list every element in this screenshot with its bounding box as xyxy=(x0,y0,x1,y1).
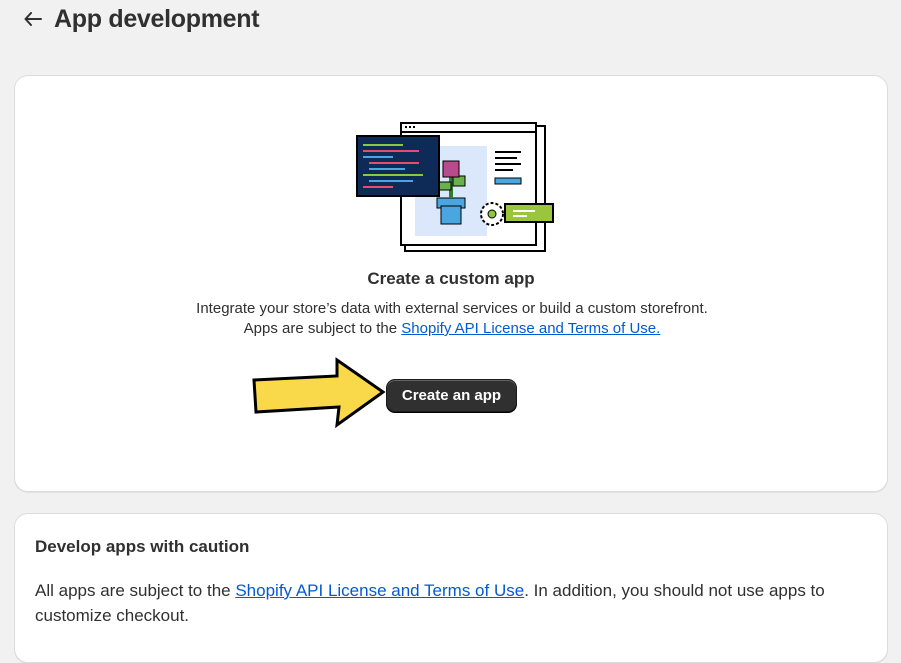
create-app-button[interactable]: Create an app xyxy=(386,379,517,412)
arrow-left-icon xyxy=(24,12,42,26)
annotation-arrow-icon xyxy=(252,357,386,429)
custom-app-illustration xyxy=(356,122,554,252)
page-header: App development xyxy=(22,2,260,36)
caution-api-license-link[interactable]: Shopify API License and Terms of Use xyxy=(235,581,524,600)
create-app-title: Create a custom app xyxy=(367,269,535,288)
caution-body: All apps are subject to the Shopify API … xyxy=(35,578,865,628)
back-button[interactable] xyxy=(22,8,44,30)
create-app-description: Integrate your store’s data with externa… xyxy=(195,299,709,339)
page-title: App development xyxy=(54,4,260,33)
caution-title: Develop apps with caution xyxy=(35,537,250,556)
api-license-link[interactable]: Shopify API License and Terms of Use. xyxy=(401,320,660,337)
create-app-card: Create a custom app Integrate your store… xyxy=(14,75,888,492)
caution-body-text: All apps are subject to the xyxy=(35,581,236,600)
